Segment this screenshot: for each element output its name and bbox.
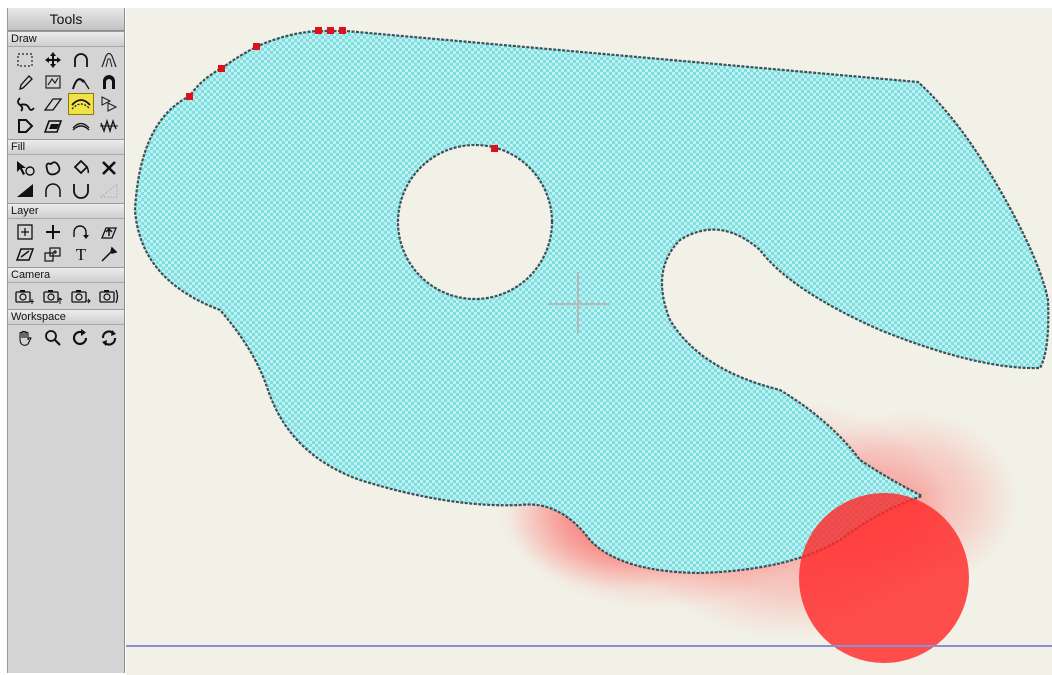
curve-edit-icon[interactable] — [68, 71, 94, 93]
layer-stack-icon[interactable] — [40, 243, 66, 265]
tools-palette: Tools Draw Fill Layer T Camera Workspace — [7, 8, 125, 673]
canvas-artwork — [126, 27, 1052, 663]
fill-tools — [8, 155, 124, 203]
camera-right-icon[interactable] — [68, 285, 94, 307]
plus-icon[interactable] — [40, 221, 66, 243]
arc-arrow-icon[interactable] — [68, 221, 94, 243]
svg-text:T: T — [76, 245, 87, 264]
paint-bucket-icon[interactable] — [68, 157, 94, 179]
select-fill-icon[interactable] — [12, 157, 38, 179]
smooth-stroke-icon[interactable] — [68, 93, 94, 115]
control-point[interactable] — [491, 145, 498, 152]
rotate-icon[interactable] — [68, 327, 94, 349]
camera-move-icon[interactable] — [40, 285, 66, 307]
skew-shape-icon[interactable] — [40, 115, 66, 137]
shape-fill-icon[interactable] — [40, 157, 66, 179]
pencil-icon[interactable] — [12, 71, 38, 93]
section-label-draw: Draw — [8, 31, 124, 47]
layer-tools: T — [8, 219, 124, 267]
delete-fill-icon[interactable] — [96, 157, 122, 179]
control-point[interactable] — [339, 27, 346, 34]
arc-icon[interactable] — [68, 49, 94, 71]
control-point[interactable] — [315, 27, 322, 34]
draw-tools — [8, 47, 124, 139]
selected-shape[interactable] — [133, 29, 1050, 575]
arch-outline-icon[interactable] — [96, 49, 122, 71]
d-shape-icon[interactable] — [12, 115, 38, 137]
arc-fill-icon[interactable] — [40, 179, 66, 201]
zigzag-icon[interactable] — [96, 115, 122, 137]
control-point[interactable] — [218, 65, 225, 72]
layer-up-icon[interactable] — [96, 221, 122, 243]
magnify-icon[interactable] — [40, 327, 66, 349]
brush-cursor[interactable] — [799, 493, 969, 663]
workspace-tools — [8, 325, 124, 351]
magnet-arc-icon[interactable] — [96, 71, 122, 93]
section-label-camera: Camera — [8, 267, 124, 283]
u-curve-icon[interactable] — [68, 179, 94, 201]
eyedropper-icon[interactable] — [96, 243, 122, 265]
hand-icon[interactable] — [12, 327, 38, 349]
section-label-fill: Fill — [8, 139, 124, 155]
control-point[interactable] — [327, 27, 334, 34]
layer-skew-icon[interactable] — [12, 243, 38, 265]
camera-tools — [8, 283, 124, 309]
add-layer-icon[interactable] — [12, 221, 38, 243]
gradient-wedge-icon[interactable] — [12, 179, 38, 201]
control-point[interactable] — [186, 93, 193, 100]
bend-icon[interactable] — [68, 115, 94, 137]
drawing-canvas[interactable] — [126, 8, 1052, 675]
section-label-layer: Layer — [8, 203, 124, 219]
app-window: Tools Draw Fill Layer T Camera Workspace — [0, 0, 1052, 675]
dotted-wedge-icon[interactable] — [96, 179, 122, 201]
palette-title: Tools — [8, 8, 124, 31]
camera-bracket-icon[interactable] — [96, 285, 122, 307]
scale-arrows-icon[interactable] — [96, 93, 122, 115]
control-point[interactable] — [253, 43, 260, 50]
freehand-curve-icon[interactable] — [12, 93, 38, 115]
eraser-icon[interactable] — [40, 93, 66, 115]
text-icon[interactable]: T — [68, 243, 94, 265]
polygon-image-icon[interactable] — [40, 71, 66, 93]
refresh-icon[interactable] — [96, 327, 122, 349]
marquee-select-icon[interactable] — [12, 49, 38, 71]
section-label-workspace: Workspace — [8, 309, 124, 325]
move-icon[interactable] — [40, 49, 66, 71]
camera-plus-icon[interactable] — [12, 285, 38, 307]
